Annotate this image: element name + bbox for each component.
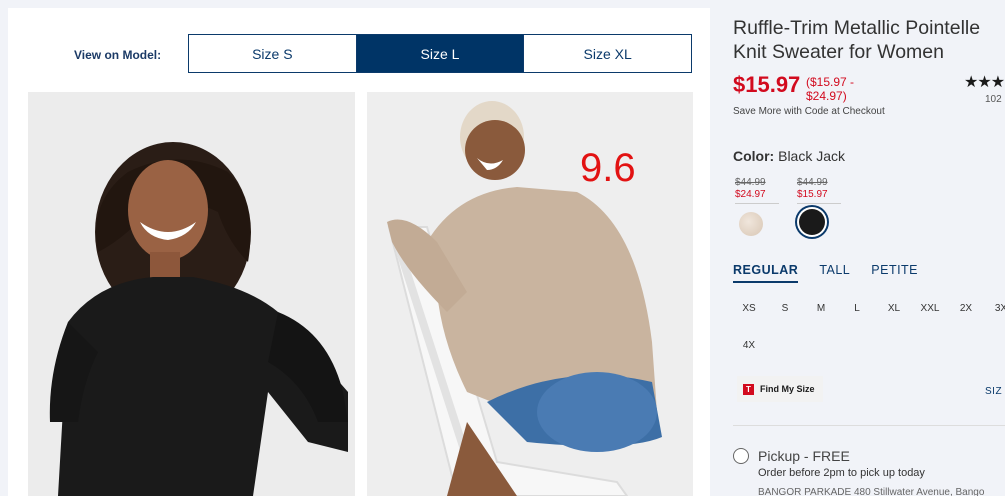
size-m-button[interactable]: M [804,303,838,314]
swatch-group-black: $44.99 $15.97 [797,177,841,235]
size-4x-button[interactable]: 4X [733,340,766,351]
model-size-l-button[interactable]: Size L [356,35,525,72]
model-size-xl-button[interactable]: Size XL [524,35,691,72]
product-photo-front[interactable] [28,92,355,496]
view-on-model-label: View on Model: [74,48,162,62]
model-black-sweater-image [28,92,355,496]
sale-price: $15.97 [733,72,801,97]
price-range-low: ($15.97 - [806,75,855,89]
size-2x-button[interactable]: 2X [949,303,983,314]
store-address[interactable]: BANGOR PARKADE 480 Stillwater Avenue, Ba… [758,487,984,496]
tab-petite[interactable]: PETITE [871,263,918,283]
pickup-radio[interactable] [733,448,749,464]
size-chart-link[interactable]: SIZ [985,386,1002,397]
tab-tall[interactable]: TALL [819,263,850,283]
size-s-button[interactable]: S [768,303,802,314]
color-swatch-black-jack[interactable] [799,209,825,235]
price-range: ($15.97 - $24.97) [806,75,876,103]
find-my-size-button[interactable]: T Find My Size [737,376,823,402]
product-details-panel: Ruffle-Trim Metallic Pointelle Knit Swea… [733,0,1005,496]
model-tan-sweater-image [367,92,693,496]
review-count[interactable]: 102 [985,94,1002,105]
pickup-note: Order before 2pm to pick up today [758,467,925,479]
star-rating-icon[interactable]: ★★★ [964,72,1005,92]
swatch-group-tan: $44.99 $24.97 [735,177,779,236]
color-swatch-tan[interactable] [739,212,763,236]
product-title: Ruffle-Trim Metallic Pointelle Knit Swea… [733,16,1005,64]
product-gallery: View on Model: Size S Size L Size XL 9.6 [8,8,710,496]
product-photo-back[interactable] [367,92,693,496]
product-title-line-2: Knit Sweater for Women [733,41,944,63]
tab-regular[interactable]: REGULAR [733,263,799,283]
swatch-new-price: $15.97 [797,189,841,204]
size-xl-button[interactable]: XL [877,303,911,314]
swatch-old-price: $44.99 [735,177,766,188]
model-size-toggle: Size S Size L Size XL [188,34,692,73]
size-xs-button[interactable]: XS [733,303,766,314]
color-label: Color: Black Jack [733,148,845,164]
pickup-label: Pickup - FREE [758,448,850,464]
find-my-size-label: Find My Size [760,384,815,394]
save-more-note: Save More with Code at Checkout [733,106,885,117]
size-3x-button[interactable]: 3X [984,303,1005,314]
swatch-new-price: $24.97 [735,189,779,204]
price-range-high: $24.97) [806,89,847,103]
swatch-old-price: $44.99 [797,177,828,188]
true-fit-icon: T [743,383,754,395]
product-title-line-1: Ruffle-Trim Metallic Pointelle [733,17,981,39]
size-l-button[interactable]: L [840,303,874,314]
size-xxl-button[interactable]: XXL [913,303,947,314]
color-label-prefix: Color: [733,148,775,164]
model-size-s-button[interactable]: Size S [189,35,357,72]
divider [733,425,1005,426]
color-value: Black Jack [778,148,846,164]
fit-tabs: REGULAR TALL PETITE [733,263,918,283]
rating-overlay-text: 9.6 [580,146,636,190]
